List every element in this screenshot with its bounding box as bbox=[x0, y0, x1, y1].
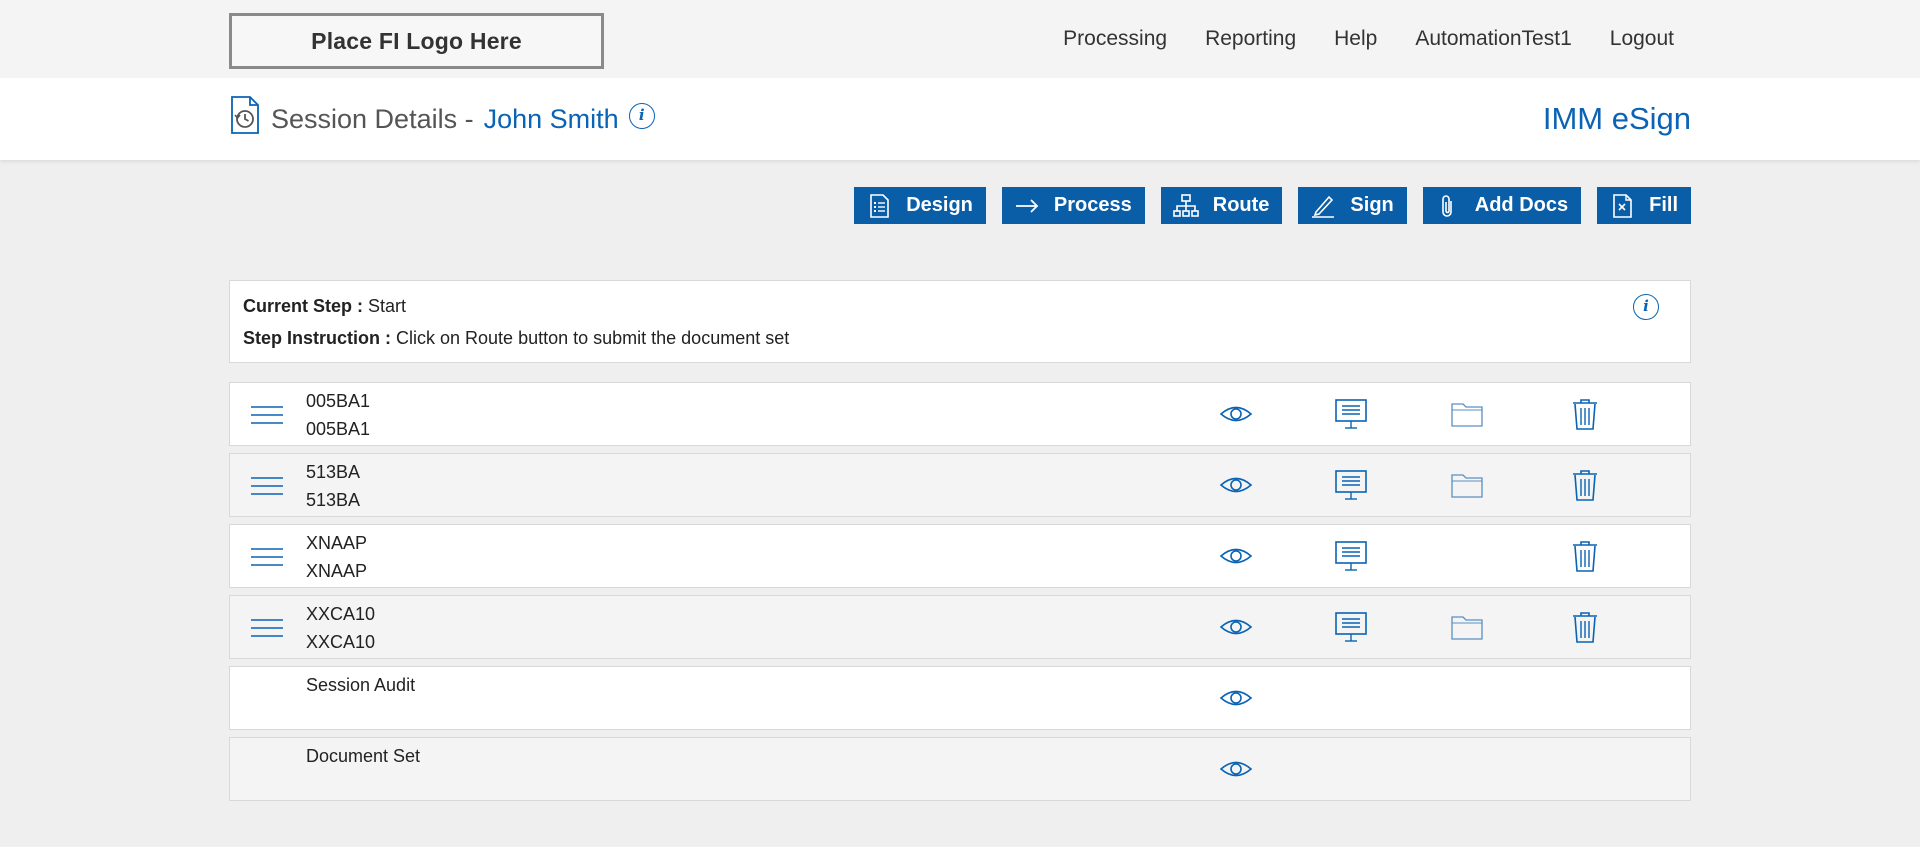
view-eye-icon[interactable] bbox=[1218, 468, 1254, 502]
current-step: Current Step : Start bbox=[243, 296, 406, 317]
design-label: Design bbox=[906, 194, 973, 216]
fill-form-icon bbox=[1613, 193, 1632, 218]
sign-label: Sign bbox=[1350, 194, 1394, 216]
document-name: Document Set bbox=[306, 746, 421, 766]
presentation-screen-icon[interactable] bbox=[1333, 610, 1369, 644]
add-docs-button[interactable]: Add Docs bbox=[1422, 187, 1582, 224]
current-step-value: Start bbox=[368, 296, 407, 316]
document-subname: 513BA bbox=[306, 490, 361, 510]
nav-user[interactable]: AutomationTest1 bbox=[1415, 27, 1571, 51]
step-instruction-value: Click on Route button to submit the docu… bbox=[396, 328, 790, 348]
arrow-right-icon bbox=[1015, 198, 1039, 213]
trash-icon[interactable] bbox=[1567, 539, 1603, 573]
document-row: 005BA1 005BA1 bbox=[229, 382, 1691, 446]
process-button[interactable]: Process bbox=[1001, 187, 1145, 224]
paperclip-icon bbox=[1441, 194, 1452, 217]
page-title-text: Session Details - bbox=[271, 104, 474, 134]
view-eye-icon[interactable] bbox=[1218, 397, 1254, 431]
trash-icon[interactable] bbox=[1567, 397, 1603, 431]
top-nav: Processing Reporting Help AutomationTest… bbox=[1025, 27, 1674, 51]
drag-handle-icon[interactable] bbox=[251, 618, 283, 638]
step-instruction-label: Step Instruction : bbox=[243, 328, 391, 348]
nav-help[interactable]: Help bbox=[1334, 27, 1377, 51]
current-step-label: Current Step : bbox=[243, 296, 364, 316]
brand-name: IMM eSign bbox=[1542, 101, 1691, 136]
document-list: 005BA1 005BA1 513BA 513BA XNAAP XNAAP XXCA10 XX… bbox=[229, 382, 1691, 808]
document-subname: 005BA1 bbox=[306, 419, 371, 439]
drag-handle-icon[interactable] bbox=[251, 405, 283, 425]
route-icon bbox=[1172, 193, 1199, 217]
route-label: Route bbox=[1212, 194, 1270, 216]
sign-button[interactable]: Sign bbox=[1298, 187, 1407, 224]
presentation-screen-icon[interactable] bbox=[1333, 468, 1369, 502]
trash-icon[interactable] bbox=[1567, 468, 1603, 502]
pen-icon bbox=[1312, 195, 1335, 218]
view-eye-icon[interactable] bbox=[1218, 681, 1254, 715]
view-eye-icon[interactable] bbox=[1218, 610, 1254, 644]
step-instruction: Step Instruction : Click on Route button… bbox=[243, 328, 789, 349]
folder-icon[interactable] bbox=[1449, 397, 1485, 431]
document-subname: XNAAP bbox=[306, 561, 368, 581]
view-eye-icon[interactable] bbox=[1218, 752, 1254, 786]
document-row: 513BA 513BA bbox=[229, 453, 1691, 517]
nav-processing[interactable]: Processing bbox=[1063, 27, 1167, 51]
document-subname: XXCA10 bbox=[306, 632, 376, 652]
drag-handle-icon[interactable] bbox=[251, 476, 283, 496]
route-button[interactable]: Route bbox=[1160, 187, 1283, 224]
process-label: Process bbox=[1053, 194, 1132, 216]
add-docs-label: Add Docs bbox=[1474, 194, 1569, 216]
page-title: Session Details - John Smith i bbox=[271, 103, 655, 137]
page-header: Session Details - John Smith i IMM eSign bbox=[0, 78, 1920, 160]
customer-name: John Smith bbox=[483, 104, 619, 134]
document-name: 513BA bbox=[306, 462, 361, 482]
step-info-panel: Current Step : Start Step Instruction : … bbox=[229, 280, 1691, 363]
document-name: Session Audit bbox=[306, 675, 416, 695]
document-name: XXCA10 bbox=[306, 604, 376, 624]
design-button[interactable]: Design bbox=[854, 187, 986, 224]
action-toolbar: Design Process Route Sign Add Docs Fill bbox=[838, 187, 1691, 224]
trash-icon[interactable] bbox=[1567, 610, 1603, 644]
presentation-screen-icon[interactable] bbox=[1333, 539, 1369, 573]
document-history-icon bbox=[231, 96, 259, 134]
logo-placeholder: Place FI Logo Here bbox=[229, 13, 604, 69]
nav-logout[interactable]: Logout bbox=[1610, 27, 1674, 51]
document-name: 005BA1 bbox=[306, 391, 371, 411]
document-row: XXCA10 XXCA10 bbox=[229, 595, 1691, 659]
fill-label: Fill bbox=[1649, 194, 1678, 216]
document-row: Session Audit bbox=[229, 666, 1691, 730]
view-eye-icon[interactable] bbox=[1218, 539, 1254, 573]
drag-handle-icon[interactable] bbox=[251, 547, 283, 567]
info-icon[interactable]: i bbox=[628, 103, 655, 129]
presentation-screen-icon[interactable] bbox=[1333, 397, 1369, 431]
folder-icon[interactable] bbox=[1449, 468, 1485, 502]
nav-reporting[interactable]: Reporting bbox=[1205, 27, 1296, 51]
step-info-icon[interactable]: i bbox=[1633, 294, 1659, 320]
folder-icon[interactable] bbox=[1449, 610, 1485, 644]
top-bar: Place FI Logo Here Processing Reporting … bbox=[0, 0, 1920, 78]
document-row: XNAAP XNAAP bbox=[229, 524, 1691, 588]
document-name: XNAAP bbox=[306, 533, 368, 553]
fill-button[interactable]: Fill bbox=[1597, 187, 1691, 224]
design-icon bbox=[870, 193, 890, 218]
document-row: Document Set bbox=[229, 737, 1691, 801]
